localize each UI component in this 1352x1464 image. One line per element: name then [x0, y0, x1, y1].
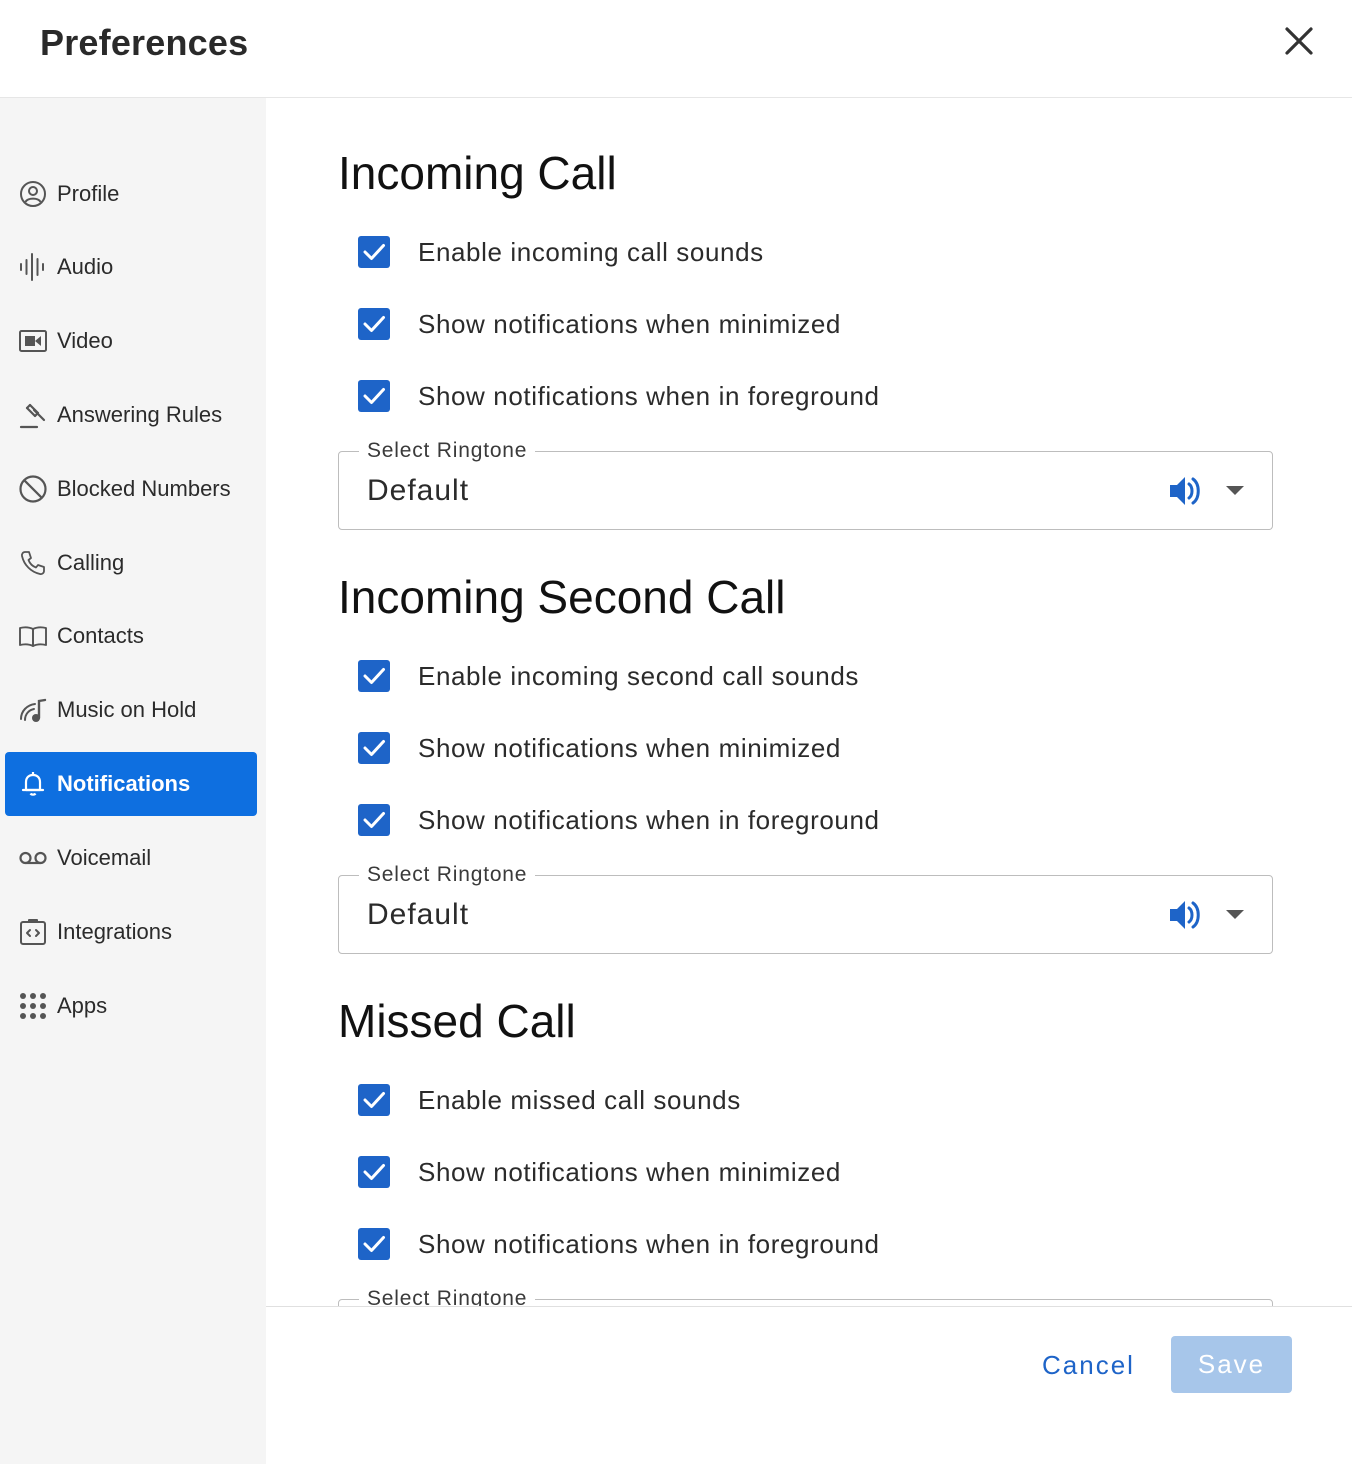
checkbox[interactable] — [358, 308, 390, 340]
checkbox[interactable] — [358, 1156, 390, 1188]
checkbox-label: Enable incoming second call sounds — [418, 660, 859, 691]
ringtone-select-label: Select Ringtone — [359, 1284, 536, 1306]
checkbox-label: Show notifications when in foreground — [418, 380, 880, 411]
ringtone-select[interactable]: Select Ringtone Default — [338, 860, 1273, 954]
sidebar-item-answering-rules[interactable]: Answering Rules — [5, 383, 257, 447]
sidebar-item-label: Voicemail — [57, 845, 152, 870]
sidebar-item-integrations[interactable]: Integrations — [5, 900, 257, 964]
ringtone-select[interactable]: Select Ringtone Default — [338, 436, 1273, 530]
sidebar-item-label: Apps — [57, 993, 108, 1018]
notifications-settings-panel[interactable]: Incoming Call Enable incoming call sound… — [266, 98, 1352, 1306]
close-button[interactable] — [1276, 20, 1322, 66]
checkbox-label: Enable incoming call sounds — [418, 236, 764, 267]
checkmark-icon — [363, 244, 385, 260]
speaker-preview-button[interactable] — [1167, 896, 1205, 934]
sidebar-item-blocked-numbers[interactable]: Blocked Numbers — [5, 457, 257, 521]
sidebar-item-voicemail[interactable]: Voicemail — [5, 826, 257, 890]
section-title-missed-call: Missed Call — [338, 995, 576, 1047]
sidebar: Profile Audio Video Answering Rules Bloc… — [0, 98, 266, 1464]
checkbox-label: Show notifications when minimized — [418, 732, 841, 763]
ringtone-select-label: Select Ringtone — [359, 436, 536, 466]
dialog-footer: Cancel Save — [266, 1306, 1352, 1464]
checkbox-row[interactable]: Show notifications when minimized — [358, 728, 841, 768]
sidebar-item-music-on-hold[interactable]: Music on Hold — [5, 678, 257, 742]
checkbox-row[interactable]: Show notifications when in foreground — [358, 800, 880, 840]
checkbox[interactable] — [358, 804, 390, 836]
dropdown-arrow-icon[interactable] — [1225, 907, 1245, 921]
sidebar-item-profile[interactable]: Profile — [5, 162, 257, 226]
sidebar-item-audio[interactable]: Audio — [5, 235, 257, 299]
checkbox[interactable] — [358, 1084, 390, 1116]
sidebar-item-label: Answering Rules — [57, 402, 223, 427]
bell-icon — [17, 768, 49, 800]
checkmark-icon — [363, 1164, 385, 1180]
ringtone-select-label: Select Ringtone — [359, 860, 536, 890]
checkbox-label: Show notifications when in foreground — [418, 1228, 880, 1259]
video-camera-icon — [17, 325, 49, 357]
checkbox[interactable] — [358, 380, 390, 412]
sidebar-item-label: Integrations — [57, 919, 172, 944]
book-icon — [17, 620, 49, 652]
sidebar-item-label: Notifications — [57, 771, 191, 796]
sidebar-item-calling[interactable]: Calling — [5, 531, 257, 595]
block-icon — [17, 473, 49, 505]
ringtone-select-value: Default — [367, 474, 470, 507]
ringtone-select-value: Default — [367, 898, 470, 931]
integration-icon — [17, 916, 49, 948]
sidebar-item-contacts[interactable]: Contacts — [5, 604, 257, 668]
close-icon — [1285, 27, 1313, 55]
dropdown-arrow-icon[interactable] — [1225, 483, 1245, 497]
sidebar-item-label: Blocked Numbers — [57, 476, 231, 501]
checkbox-label: Enable missed call sounds — [418, 1084, 741, 1115]
speaker-preview-button[interactable] — [1167, 472, 1205, 510]
checkmark-icon — [363, 388, 385, 404]
save-button[interactable]: Save — [1171, 1336, 1292, 1393]
checkmark-icon — [363, 316, 385, 332]
phone-icon — [17, 547, 49, 579]
cancel-button[interactable]: Cancel — [1028, 1337, 1149, 1393]
checkbox[interactable] — [358, 732, 390, 764]
speaker-volume-icon — [1170, 901, 1200, 929]
sidebar-item-apps[interactable]: Apps — [5, 974, 257, 1038]
checkbox-label: Show notifications when in foreground — [418, 804, 880, 835]
sidebar-item-label: Audio — [57, 254, 114, 279]
speaker-volume-icon — [1170, 477, 1200, 505]
dialog-header: Preferences — [0, 0, 1352, 98]
section-title-incoming-call: Incoming Call — [338, 147, 617, 199]
sidebar-item-video[interactable]: Video — [5, 309, 257, 373]
checkmark-icon — [363, 668, 385, 684]
checkmark-icon — [363, 1236, 385, 1252]
sidebar-item-label: Profile — [57, 181, 120, 206]
audio-waveform-icon — [17, 251, 49, 283]
checkbox-label: Show notifications when minimized — [418, 1156, 841, 1187]
checkmark-icon — [363, 1092, 385, 1108]
voicemail-icon — [17, 842, 49, 874]
ringtone-select[interactable]: Select Ringtone — [338, 1284, 1273, 1306]
checkbox-row[interactable]: Show notifications when minimized — [358, 304, 841, 344]
gavel-icon — [17, 399, 49, 431]
profile-icon — [17, 178, 49, 210]
checkbox[interactable] — [358, 236, 390, 268]
music-note-icon — [17, 694, 49, 726]
checkbox-row[interactable]: Show notifications when minimized — [358, 1152, 841, 1192]
checkmark-icon — [363, 740, 385, 756]
sidebar-item-notifications[interactable]: Notifications — [5, 752, 257, 816]
sidebar-item-label: Calling — [57, 550, 125, 575]
dialog-title: Preferences — [40, 22, 249, 63]
checkbox-row[interactable]: Enable incoming second call sounds — [358, 656, 859, 696]
checkbox-row[interactable]: Enable missed call sounds — [358, 1080, 741, 1120]
checkbox-row[interactable]: Enable incoming call sounds — [358, 232, 764, 272]
sidebar-item-label: Video — [57, 328, 113, 353]
sidebar-item-label: Music on Hold — [57, 697, 197, 722]
checkbox[interactable] — [358, 1228, 390, 1260]
apps-grid-icon — [17, 990, 49, 1022]
checkbox-label: Show notifications when minimized — [418, 308, 841, 339]
checkbox-row[interactable]: Show notifications when in foreground — [358, 1224, 880, 1264]
section-title-incoming-second-call: Incoming Second Call — [338, 571, 786, 623]
checkmark-icon — [363, 812, 385, 828]
checkbox-row[interactable]: Show notifications when in foreground — [358, 376, 880, 416]
checkbox[interactable] — [358, 660, 390, 692]
sidebar-item-label: Contacts — [57, 623, 144, 648]
